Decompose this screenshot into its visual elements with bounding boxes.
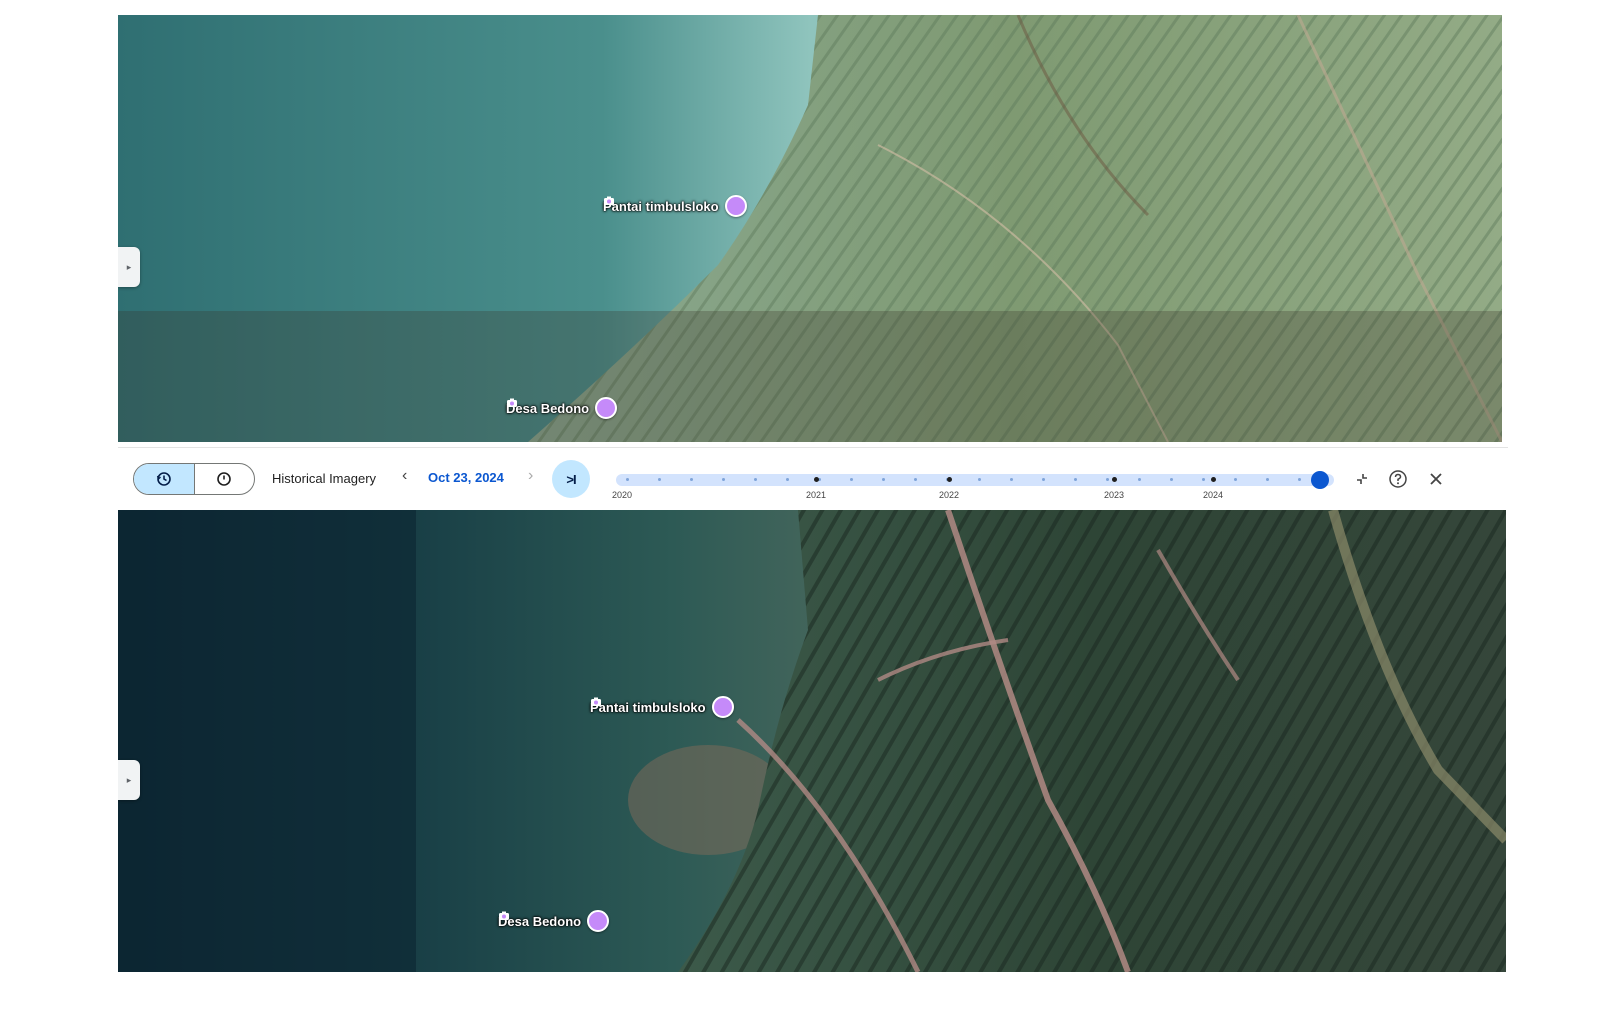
timeline-year-label: 2023 [1103, 490, 1125, 500]
satellite-imagery-bottom [118, 510, 1506, 972]
previous-date-button[interactable]: ‹ [402, 467, 407, 485]
timeline-tick [1170, 478, 1173, 481]
timeline-year-marker[interactable] [1211, 477, 1216, 482]
timeline-tick [626, 478, 629, 481]
camera-pin-icon[interactable] [591, 696, 734, 718]
timeline-tick [978, 478, 981, 481]
place-label: Desa Bedono [506, 400, 590, 416]
timeline-year-marker[interactable] [814, 477, 819, 482]
camera-pin-icon[interactable] [507, 397, 618, 419]
place-marker-bedono-top[interactable]: Desa Bedono [506, 397, 618, 419]
collapse-icon [1357, 474, 1367, 484]
timeline-tick [1202, 478, 1205, 481]
timeline-tick [914, 478, 917, 481]
timeline-tick [1138, 478, 1141, 481]
jump-to-latest-button[interactable]: >I [552, 460, 590, 498]
timeline-tick [1266, 478, 1269, 481]
timeline-year-label: 2024 [1202, 490, 1224, 500]
place-marker-pantai-top[interactable]: Pantai timbulsloko [603, 195, 747, 217]
timeline-year-label: 2022 [938, 490, 960, 500]
timelapse-mode-button[interactable] [195, 464, 255, 494]
timeline-tick [1010, 478, 1013, 481]
timeline-year-label: 2020 [611, 490, 633, 500]
timeline-year-label: 2021 [805, 490, 827, 500]
timeline-tick [1042, 478, 1045, 481]
timeline-year-marker[interactable] [947, 477, 952, 482]
help-icon [1389, 470, 1407, 488]
timeline-tick [1074, 478, 1077, 481]
historical-imagery-toolbar: Historical Imagery ‹ Oct 23, 2024 › >I 2… [118, 447, 1508, 511]
timeline-tick [754, 478, 757, 481]
clock-icon [217, 472, 232, 486]
place-label: Pantai timbulsloko [603, 198, 719, 214]
timeline-year-marker[interactable] [1112, 477, 1117, 482]
camera-pin-icon[interactable] [604, 195, 747, 217]
history-icon [156, 472, 171, 486]
timeline-tick [1234, 478, 1237, 481]
place-marker-bedono-bottom[interactable]: Desa Bedono [498, 910, 610, 932]
chevron-right-icon: ▸ [126, 774, 132, 785]
current-date: Oct 23, 2024 [428, 470, 504, 485]
map-view-top[interactable]: ▸ Pantai timbulsloko Desa Bedono [118, 15, 1502, 442]
chevron-right-icon: ▸ [126, 261, 132, 272]
timeline-tick [882, 478, 885, 481]
satellite-imagery-top [118, 15, 1502, 442]
place-label: Pantai timbulsloko [590, 699, 706, 715]
place-label: Desa Bedono [498, 913, 582, 929]
close-button[interactable] [1422, 465, 1450, 493]
collapse-button[interactable] [1348, 465, 1376, 493]
timeline-tick [690, 478, 693, 481]
imagery-mode-toggle [133, 463, 255, 495]
timeline-thumb[interactable] [1310, 471, 1329, 489]
timeline-tick [850, 478, 853, 481]
place-marker-pantai-bottom[interactable]: Pantai timbulsloko [590, 696, 734, 718]
timeline-slider[interactable] [616, 471, 1334, 489]
historical-imagery-label: Historical Imagery [272, 471, 377, 486]
help-button[interactable] [1384, 465, 1412, 493]
timeline-tick [1298, 478, 1301, 481]
side-panel-toggle-bottom[interactable]: ▸ [118, 760, 140, 800]
side-panel-toggle-top[interactable]: ▸ [118, 247, 140, 287]
close-icon [1430, 473, 1442, 485]
timeline-tick [1106, 478, 1109, 481]
timeline-tick [786, 478, 789, 481]
next-date-button[interactable]: › [528, 467, 533, 485]
history-mode-button[interactable] [134, 464, 195, 494]
map-view-bottom[interactable]: ▸ Pantai timbulsloko Desa Bedono [118, 510, 1506, 972]
timeline-tick [722, 478, 725, 481]
camera-pin-icon[interactable] [499, 910, 610, 932]
timeline-tick [658, 478, 661, 481]
